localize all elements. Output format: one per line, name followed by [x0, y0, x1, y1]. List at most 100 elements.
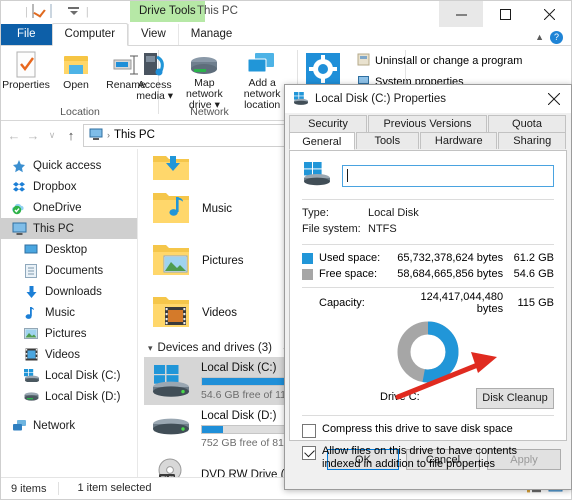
onedrive-icon: [11, 200, 27, 216]
close-icon[interactable]: [527, 1, 571, 27]
dialog-title-bar: Local Disk (C:) Properties: [285, 85, 571, 113]
map-drive-icon: [187, 50, 221, 78]
sidebar-item-downloads[interactable]: Downloads: [1, 281, 137, 302]
back-button[interactable]: ←: [7, 128, 21, 143]
sidebar-item-music[interactable]: Music: [1, 302, 137, 323]
tab-sharing[interactable]: Sharing: [498, 132, 566, 149]
tab-computer[interactable]: Computer: [51, 23, 129, 46]
tab-manage[interactable]: Manage: [177, 24, 245, 45]
close-icon[interactable]: [537, 85, 571, 113]
sidebar-item-videos[interactable]: Videos: [1, 344, 137, 365]
used-space-gb: 61.2 GB: [513, 252, 554, 264]
access-media-icon: [140, 50, 170, 80]
dialog-tabs-row-1: Security Previous Versions Quota: [285, 115, 571, 132]
compress-drive-checkbox[interactable]: [302, 424, 316, 438]
navigation-pane: Quick access Dropbox OneDrive This PC De…: [1, 149, 138, 478]
breadcrumb-current[interactable]: This PC: [114, 129, 155, 141]
sidebar-item-label: Pictures: [45, 327, 87, 340]
divider: [302, 199, 554, 200]
ribbon-button-label: Access media ▾: [136, 79, 174, 102]
windows-drive-icon: [293, 91, 309, 108]
dropbox-icon: [11, 179, 27, 195]
type-value: Local Disk: [368, 207, 419, 219]
volume-name-input[interactable]: [342, 164, 554, 187]
open-folder-icon: [62, 50, 90, 80]
sidebar-item-label: Music: [45, 306, 76, 319]
sidebar-item-dropbox[interactable]: Dropbox: [1, 176, 137, 197]
text-caret: [347, 169, 348, 182]
sidebar-item-label: Local Disk (D:): [45, 390, 121, 403]
disk-cleanup-button[interactable]: Disk Cleanup: [476, 387, 554, 409]
forward-button[interactable]: →: [26, 128, 40, 143]
used-space-label: Used space:: [319, 252, 381, 264]
tab-view[interactable]: View: [128, 24, 178, 45]
uninstall-or-change-program-link[interactable]: Uninstall or change a program: [357, 53, 522, 69]
this-pc-icon: [11, 221, 27, 237]
free-space-swatch: [302, 268, 313, 280]
contextual-tab-drive-tools[interactable]: Drive Tools: [130, 1, 205, 22]
pictures-icon: [23, 326, 39, 342]
recent-locations-button[interactable]: ∨: [45, 130, 59, 141]
compress-drive-row[interactable]: Compress this drive to save disk space: [302, 423, 554, 438]
sidebar-item-local-disk-c[interactable]: Local Disk (C:): [1, 365, 137, 386]
properties-button[interactable]: Properties: [1, 46, 51, 102]
status-items-count: 9 items: [11, 482, 47, 495]
tab-general[interactable]: General: [289, 132, 355, 150]
sidebar-item-quick-access[interactable]: Quick access: [1, 155, 137, 176]
sidebar-item-local-disk-d[interactable]: Local Disk (D:): [1, 386, 137, 407]
music-folder-icon: [150, 188, 192, 231]
minimize-icon[interactable]: [439, 1, 483, 27]
properties-icon: [13, 50, 39, 80]
ribbon-group-label: Network: [190, 106, 229, 118]
documents-icon: [23, 263, 39, 279]
sidebar-item-label: Desktop: [45, 243, 88, 256]
status-selection: 1 item selected: [58, 482, 151, 495]
index-contents-checkbox[interactable]: [302, 446, 316, 460]
tab-security[interactable]: Security: [289, 115, 367, 132]
divider: [302, 244, 554, 245]
properties-dialog: Local Disk (C:) Properties Security Prev…: [284, 84, 572, 490]
up-button[interactable]: ↑: [64, 128, 78, 143]
open-button[interactable]: Open: [51, 46, 101, 102]
index-contents-row[interactable]: Allow files on this drive to have conten…: [302, 445, 554, 471]
tab-file[interactable]: File: [1, 24, 52, 45]
volume-name-row: [302, 161, 554, 190]
uninstall-icon: [357, 53, 370, 69]
maximize-icon[interactable]: [483, 1, 527, 27]
free-space-row: Free space: 58,684,665,856 bytes 54.6 GB: [302, 268, 554, 280]
sidebar-item-documents[interactable]: Documents: [1, 260, 137, 281]
dropdown-icon[interactable]: [68, 5, 82, 19]
used-space-swatch: [302, 252, 313, 264]
dvd-icon: DVD: [150, 457, 192, 478]
sidebar-item-label: Documents: [45, 264, 104, 277]
sidebar-item-network[interactable]: Network: [1, 415, 137, 436]
properties-icon[interactable]: [31, 4, 46, 19]
videos-folder-icon: [150, 292, 192, 335]
new-folder-icon[interactable]: [49, 4, 64, 19]
sidebar-item-this-pc[interactable]: This PC: [1, 218, 137, 239]
tab-hardware[interactable]: Hardware: [420, 132, 498, 149]
sidebar-item-pictures[interactable]: Pictures: [1, 323, 137, 344]
sidebar-item-label: Dropbox: [33, 180, 77, 193]
collapse-ribbon-icon[interactable]: ▲: [535, 32, 544, 42]
sidebar-item-desktop[interactable]: Desktop: [1, 239, 137, 260]
videos-icon: [23, 347, 39, 363]
local-disk-c-icon: [23, 368, 39, 384]
tab-quota[interactable]: Quota: [488, 115, 566, 132]
sidebar-item-onedrive[interactable]: OneDrive: [1, 197, 137, 218]
list-item-label: Pictures: [202, 255, 244, 267]
help-icon[interactable]: ?: [550, 31, 563, 44]
free-space-bytes: 58,684,665,856 bytes: [397, 268, 504, 280]
pictures-folder-icon: [150, 240, 192, 283]
sidebar-item-label: Videos: [45, 348, 80, 361]
tab-previous-versions[interactable]: Previous Versions: [368, 115, 487, 132]
sidebar-item-label: Quick access: [33, 159, 102, 172]
downloads-icon: [23, 284, 39, 300]
tab-tools[interactable]: Tools: [355, 132, 420, 149]
this-pc-icon[interactable]: [7, 5, 21, 19]
map-network-drive-button[interactable]: Map network drive ▾: [176, 46, 232, 111]
access-media-button[interactable]: Access media ▾: [133, 46, 176, 102]
file-system-value: NTFS: [368, 223, 397, 235]
chevron-down-icon[interactable]: ▾: [148, 343, 153, 354]
dialog-title: Local Disk (C:) Properties: [315, 93, 447, 105]
